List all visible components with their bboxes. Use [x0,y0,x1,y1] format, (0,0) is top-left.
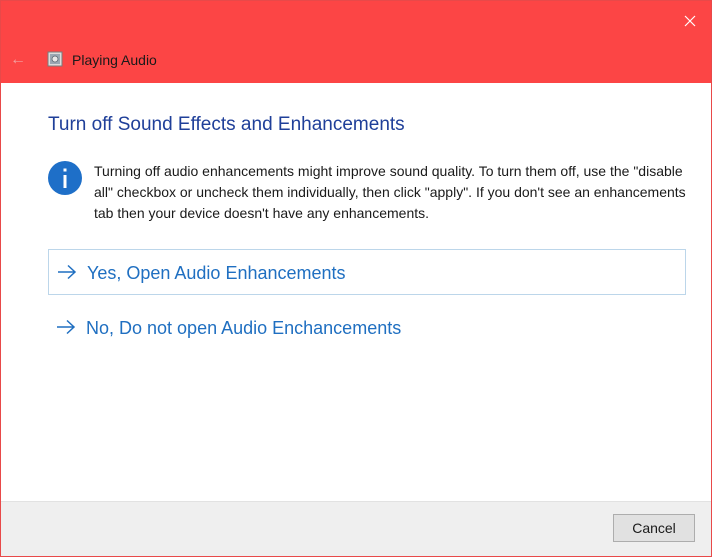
close-icon [684,15,696,27]
back-arrow-icon[interactable]: ← [9,51,27,69]
cancel-button[interactable]: Cancel [613,514,695,542]
info-icon [48,161,82,195]
option-label: No, Do not open Audio Enchancements [86,318,402,338]
page-heading: Turn off Sound Effects and Enhancements [48,114,405,135]
window-title: Playing Audio [72,52,157,68]
footer-bar: Cancel [1,501,711,556]
arrow-right-icon [58,264,77,280]
close-button[interactable] [673,7,707,35]
troubleshooter-app-icon [47,51,63,67]
troubleshooter-window: ← Playing Audio Turn off Sound Effects a… [0,0,712,557]
option-yes-open-enhancements[interactable]: Yes, Open Audio Enhancements [48,249,686,295]
arrow-right-icon [57,319,76,335]
info-message: Turning off audio enhancements might imp… [94,163,686,221]
title-bar: ← Playing Audio [1,1,711,83]
option-no-do-not-open[interactable]: No, Do not open Audio Enchancements [48,305,686,351]
option-label: Yes, Open Audio Enhancements [87,263,346,283]
